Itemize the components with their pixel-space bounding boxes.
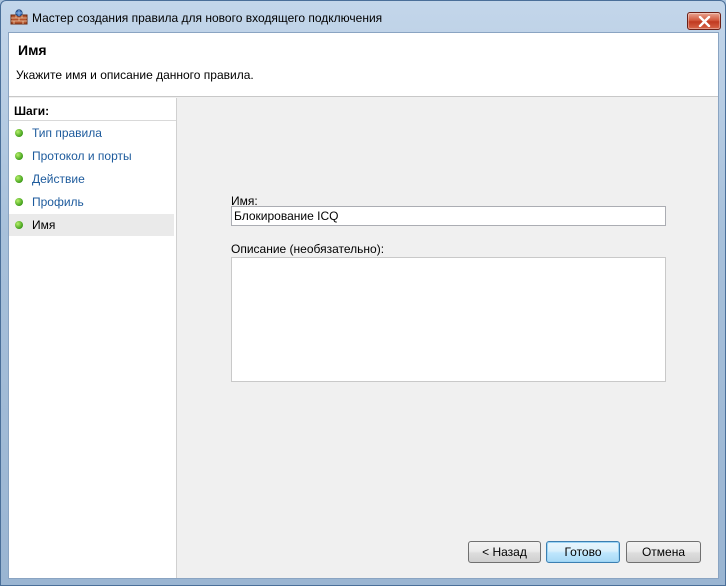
page-description: Укажите имя и описание данного правила. — [16, 68, 254, 82]
step-label: Имя — [32, 218, 56, 232]
step-rule-type[interactable]: Тип правила — [9, 122, 174, 144]
step-complete-icon — [15, 198, 23, 206]
description-field-label: Описание (необязательно): — [231, 242, 385, 256]
step-label: Протокол и порты — [32, 149, 132, 163]
page-title: Имя — [18, 42, 47, 58]
wizard-header: Имя Укажите имя и описание данного прави… — [9, 33, 718, 97]
step-complete-icon — [15, 129, 23, 137]
close-icon — [698, 16, 711, 27]
form-panel: Имя: Описание (необязательно): < Назад Г… — [177, 98, 718, 578]
cancel-button[interactable]: Отмена — [626, 541, 701, 563]
finish-button[interactable]: Готово — [546, 541, 620, 563]
title-bar[interactable]: Мастер создания правила для нового входя… — [1, 1, 725, 32]
step-profile[interactable]: Профиль — [9, 191, 174, 213]
step-label: Действие — [32, 172, 85, 186]
description-field[interactable] — [231, 257, 666, 382]
firewall-wall-icon — [10, 9, 28, 25]
steps-panel: Шаги: Тип правила Протокол и порты Дейст… — [9, 98, 177, 578]
back-button[interactable]: < Назад — [468, 541, 541, 563]
step-protocol-ports[interactable]: Протокол и порты — [9, 145, 174, 167]
step-complete-icon — [15, 175, 23, 183]
steps-heading: Шаги: — [14, 104, 50, 118]
step-current-icon — [15, 221, 23, 229]
steps-divider — [9, 120, 176, 121]
step-label: Тип правила — [32, 126, 102, 140]
wizard-client-area: Имя Укажите имя и описание данного прави… — [8, 32, 719, 579]
step-name[interactable]: Имя — [9, 214, 174, 236]
name-field[interactable] — [231, 206, 666, 226]
step-label: Профиль — [32, 195, 84, 209]
close-button[interactable] — [687, 12, 721, 30]
step-complete-icon — [15, 152, 23, 160]
window-title: Мастер создания правила для нового входя… — [32, 11, 383, 25]
wizard-window: Мастер создания правила для нового входя… — [0, 0, 726, 586]
step-action[interactable]: Действие — [9, 168, 174, 190]
